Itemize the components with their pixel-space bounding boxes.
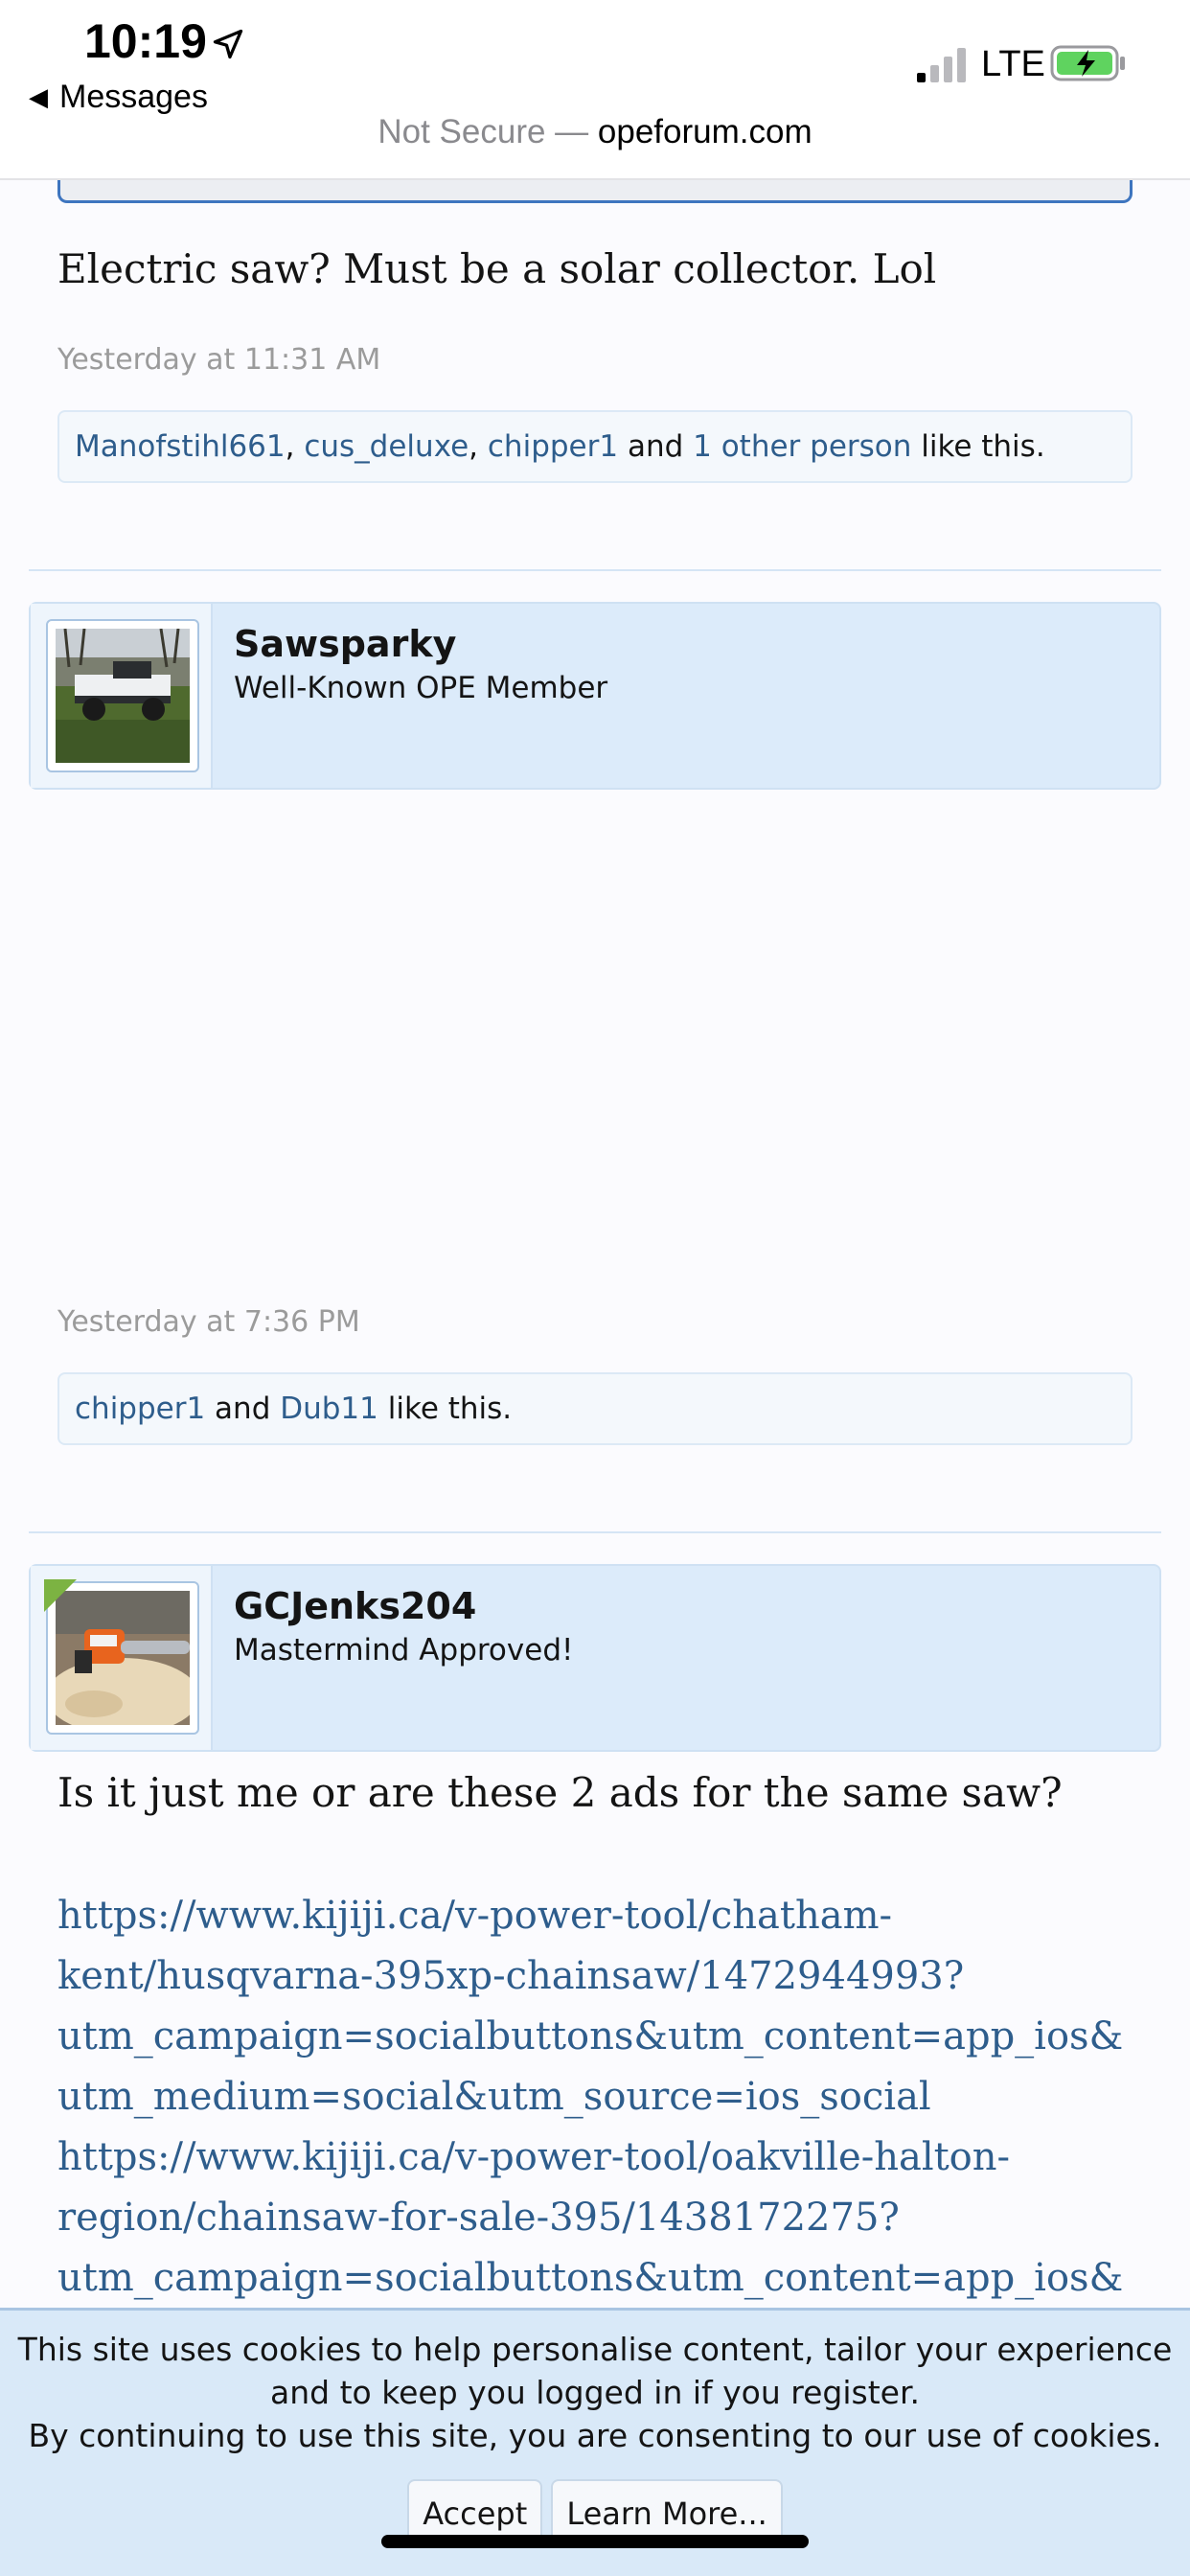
- likes-and: and: [618, 429, 694, 464]
- likes-separator: ,: [285, 429, 305, 464]
- network-type: LTE: [981, 44, 1045, 84]
- user-title: Mastermind Approved!: [234, 1633, 574, 1668]
- back-label: Messages: [59, 79, 208, 115]
- online-badge-icon: [44, 1579, 77, 1612]
- post-divider: [29, 1531, 1161, 1533]
- user-info-block: GCJenks204 Mastermind Approved!: [29, 1564, 1161, 1752]
- post-links: https://www.kijiji.ca/v-power-tool/chath…: [57, 1886, 1140, 2309]
- avatar-cell: [31, 1566, 213, 1750]
- truck-avatar-image: [56, 629, 190, 763]
- location-arrow-icon: [213, 29, 243, 59]
- signal-bars-icon: [917, 48, 966, 82]
- likes-summary: chipper1 and Dub11 like this.: [57, 1372, 1133, 1445]
- battery-charging-icon: [1050, 45, 1125, 81]
- username-link[interactable]: Sawsparky: [234, 623, 456, 665]
- not-secure-label: Not Secure —: [378, 113, 589, 150]
- liker-link[interactable]: chipper1: [488, 429, 618, 464]
- browser-header: 10:19 ◀ Messages LTE Not Secure — opeforu…: [0, 0, 1190, 180]
- likes-suffix: like this.: [378, 1392, 513, 1426]
- likes-separator: ,: [469, 429, 488, 464]
- url-domain: opeforum.com: [597, 113, 812, 150]
- post-message: Electric saw? Must be a solar collector.…: [57, 245, 937, 292]
- cookie-line: and to keep you logged in if you registe…: [270, 2374, 920, 2411]
- avatar[interactable]: [46, 619, 199, 772]
- avatar-cell: [31, 604, 213, 788]
- cookie-notice-text: This site uses cookies to help personali…: [0, 2311, 1190, 2457]
- post-date[interactable]: Yesterday at 11:31 AM: [57, 343, 380, 377]
- kijiji-link-2[interactable]: region/chainsaw-for-sale-395/1438172275?: [57, 2188, 1140, 2248]
- kijiji-link-1[interactable]: utm_campaign=socialbuttons&utm_content=a…: [57, 2007, 1140, 2067]
- user-title: Well-Known OPE Member: [234, 671, 608, 705]
- address-bar[interactable]: Not Secure — opeforum.com: [0, 113, 1190, 151]
- home-indicator[interactable]: [381, 2535, 809, 2548]
- username-link[interactable]: GCJenks204: [234, 1585, 476, 1627]
- liker-link[interactable]: Dub11: [280, 1392, 378, 1426]
- liker-link[interactable]: cus_deluxe: [304, 429, 469, 464]
- cookie-line: By continuing to use this site, you are …: [28, 2417, 1162, 2454]
- cookie-line: This site uses cookies to help personali…: [17, 2331, 1173, 2368]
- liker-link[interactable]: Manofstihl661: [75, 429, 286, 464]
- post-message: Is it just me or are these 2 ads for the…: [57, 1769, 1063, 1816]
- post-date[interactable]: Yesterday at 7:36 PM: [57, 1305, 360, 1339]
- back-triangle-icon: ◀: [29, 82, 48, 111]
- liker-link[interactable]: chipper1: [75, 1392, 205, 1426]
- other-likers-link[interactable]: 1 other person: [693, 429, 911, 464]
- likes-and: and: [205, 1392, 281, 1426]
- back-to-messages[interactable]: ◀ Messages: [29, 79, 208, 116]
- status-time: 10:19: [84, 14, 207, 68]
- likes-summary: Manofstihl661, cus_deluxe, chipper1 and …: [57, 410, 1133, 483]
- kijiji-link-1[interactable]: utm_medium=social&utm_source=ios_social: [57, 2067, 1140, 2128]
- post-divider: [29, 569, 1161, 571]
- kijiji-link-1[interactable]: kent/husqvarna-395xp-chainsaw/1472944993…: [57, 1946, 1140, 2007]
- user-info-block: Sawsparky Well-Known OPE Member: [29, 602, 1161, 790]
- likes-suffix: like this.: [911, 429, 1045, 464]
- kijiji-link-1[interactable]: https://www.kijiji.ca/v-power-tool/chath…: [57, 1886, 1140, 1946]
- kijiji-link-2[interactable]: utm_campaign=socialbuttons&utm_content=a…: [57, 2248, 1140, 2309]
- kijiji-link-2[interactable]: https://www.kijiji.ca/v-power-tool/oakvi…: [57, 2128, 1140, 2188]
